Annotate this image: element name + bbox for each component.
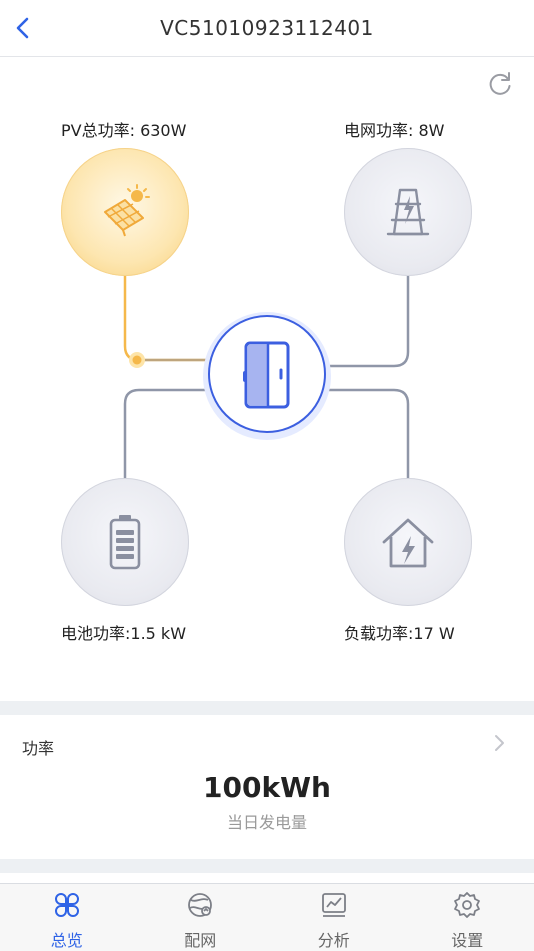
chevron-right-icon[interactable] [490,733,508,753]
load-flow-line [326,390,408,478]
tab-settings[interactable]: 设置 [401,884,534,951]
pv-node[interactable] [61,148,189,276]
pv-power-label: PV总功率: 630W [61,117,186,141]
power-card[interactable]: 功率 100kWh 当日发电量 [0,715,534,859]
daily-generation-caption: 当日发电量 [0,809,534,833]
bottom-tab-bar: 总览 配网 分析 设置 [0,883,534,951]
tab-label: 配网 [134,927,268,951]
analysis-chart-icon [320,891,348,919]
overview-icon [53,891,81,919]
grid-node[interactable] [344,148,472,276]
section-divider [0,701,534,715]
battery-icon [95,512,155,572]
power-tower-icon [378,182,438,242]
tab-label: 分析 [267,927,401,951]
load-node[interactable] [344,478,472,606]
power-card-title: 功率 [22,735,54,759]
settings-gear-icon [453,891,481,919]
tab-label: 总览 [0,927,134,951]
house-lightning-icon [378,512,438,572]
grid-power-label: 电网功率: 8W [344,117,444,141]
energy-flow-diagram: PV总功率: 630W 电网功率: 8W [0,56,534,701]
battery-flow-line [125,390,210,478]
tab-analysis[interactable]: 分析 [267,884,401,951]
tab-network[interactable]: 配网 [134,884,268,951]
load-power-label: 负载功率:17 W [344,620,455,644]
tab-overview[interactable]: 总览 [0,884,134,951]
inverter-node[interactable] [208,315,326,433]
section-divider [0,859,534,873]
network-icon [186,891,214,919]
grid-flow-line [326,276,408,366]
pv-flow-line [125,276,210,360]
page-title: VC51010923112401 [0,16,534,40]
battery-node[interactable] [61,478,189,606]
daily-generation-value: 100kWh [0,771,534,804]
inverter-icon [243,340,295,412]
top-bar: VC51010923112401 [0,0,534,57]
tab-label: 设置 [401,927,534,951]
solar-panel-icon [95,182,155,242]
battery-power-label: 电池功率:1.5 kW [61,620,186,644]
